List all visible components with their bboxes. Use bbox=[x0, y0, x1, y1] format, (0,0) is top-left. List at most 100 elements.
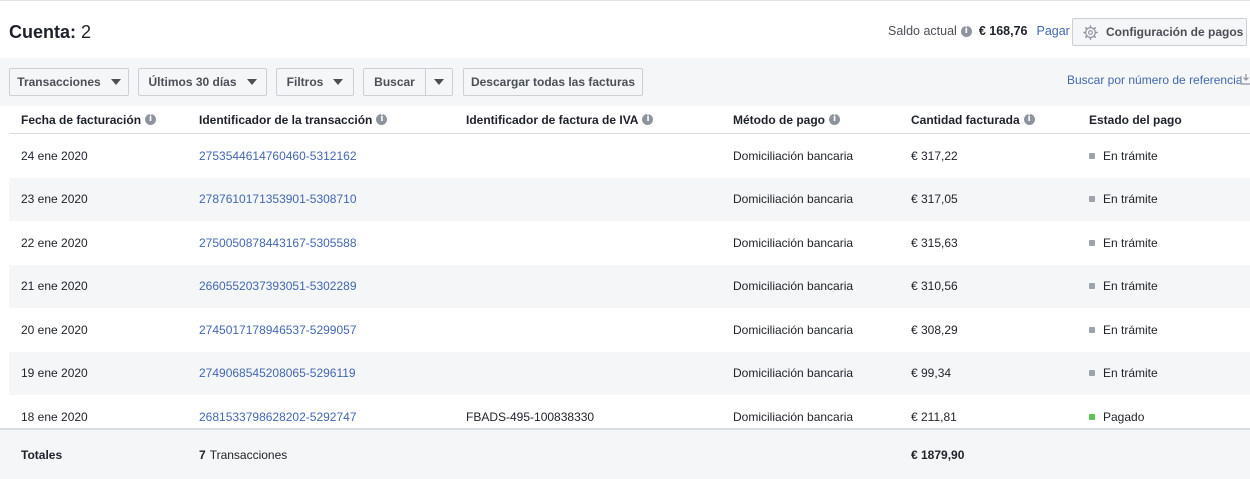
transactions-label: Transacciones bbox=[17, 75, 101, 89]
filters-label: Filtros bbox=[286, 75, 324, 89]
status-label: En trámite bbox=[1103, 279, 1158, 294]
status-label: Pagado bbox=[1103, 409, 1145, 424]
status-pending-icon bbox=[1089, 196, 1095, 203]
payment-settings-button[interactable]: Configuración de pagos bbox=[1072, 18, 1247, 46]
status-label: En trámite bbox=[1103, 366, 1158, 381]
status-label: En trámite bbox=[1103, 322, 1158, 337]
row-date: 20 ene 2020 bbox=[21, 322, 88, 337]
payment-status: En trámite bbox=[1089, 265, 1158, 309]
transaction-id-link[interactable]: 2750050878443167-5305588 bbox=[199, 221, 357, 265]
info-icon[interactable]: i bbox=[829, 114, 840, 125]
column-header-label: Cantidad facturada bbox=[911, 112, 1020, 127]
export-icon[interactable] bbox=[1240, 73, 1250, 85]
totals-label: Totales bbox=[21, 447, 63, 462]
date-range-dropdown[interactable]: Últimos 30 días bbox=[138, 68, 267, 96]
billed-amount: € 317,22 bbox=[911, 148, 958, 163]
row-date: 21 ene 2020 bbox=[21, 279, 88, 294]
status-pending-icon bbox=[1089, 239, 1095, 246]
status-label: En trámite bbox=[1103, 235, 1158, 250]
billed-amount: € 310,56 bbox=[911, 279, 958, 294]
column-header-payment-method[interactable]: Método de pago i bbox=[733, 106, 840, 133]
billed-amount: € 317,05 bbox=[911, 192, 958, 207]
column-header-label: Identificador de factura de IVA bbox=[466, 112, 639, 127]
table-row[interactable]: 24 ene 2020 2753544614760460-5312162 Dom… bbox=[9, 134, 1250, 178]
pay-link[interactable]: Pagar bbox=[1036, 24, 1069, 38]
table-row[interactable]: 22 ene 2020 2750050878443167-5305588 Dom… bbox=[9, 221, 1250, 265]
row-date: 24 ene 2020 bbox=[21, 148, 88, 163]
chevron-down-icon bbox=[246, 79, 257, 85]
totals-amount: € 1879,90 bbox=[911, 447, 965, 462]
payment-status: En trámite bbox=[1089, 221, 1158, 265]
row-date: 23 ene 2020 bbox=[21, 192, 88, 207]
column-header-label: Estado del pago bbox=[1089, 112, 1182, 127]
filter-toolbar: Transacciones Últimos 30 días Filtros Bu… bbox=[0, 58, 1250, 106]
table-row[interactable]: 21 ene 2020 2660552037393051-5302289 Dom… bbox=[9, 264, 1250, 309]
status-paid-icon bbox=[1089, 413, 1095, 420]
transactions-table: Fecha de facturación i Identificador de … bbox=[9, 106, 1250, 439]
column-header-label: Identificador de la transacción bbox=[199, 112, 373, 127]
info-icon[interactable]: i bbox=[642, 114, 654, 125]
status-label: En trámite bbox=[1103, 148, 1158, 163]
totals-transaction-count: 7 Transacciones bbox=[199, 430, 287, 479]
balance-info-icon[interactable]: i bbox=[960, 25, 972, 37]
status-pending-icon bbox=[1089, 152, 1095, 159]
payment-method: Domiciliación bancaria bbox=[733, 148, 854, 163]
billed-amount: € 99,34 bbox=[911, 366, 952, 381]
column-header-transaction-id[interactable]: Identificador de la transacción i bbox=[199, 106, 388, 133]
info-icon[interactable]: i bbox=[145, 114, 157, 125]
row-date: 19 ene 2020 bbox=[21, 366, 88, 381]
status-pending-icon bbox=[1089, 370, 1095, 377]
payment-method: Domiciliación bancaria bbox=[733, 279, 854, 294]
table-row[interactable]: 19 ene 2020 2749068545208065-5296119 Dom… bbox=[9, 351, 1250, 396]
payment-method: Domiciliación bancaria bbox=[733, 192, 854, 207]
account-label: Cuenta: bbox=[9, 22, 76, 42]
billed-amount: € 308,29 bbox=[911, 322, 958, 337]
row-date: 22 ene 2020 bbox=[21, 235, 88, 250]
status-pending-icon bbox=[1089, 326, 1095, 333]
chevron-down-icon bbox=[333, 79, 344, 85]
column-header-date[interactable]: Fecha de facturación i bbox=[21, 106, 157, 133]
payment-status: En trámite bbox=[1089, 134, 1158, 178]
filters-dropdown[interactable]: Filtros bbox=[276, 68, 354, 96]
info-icon[interactable]: i bbox=[1023, 114, 1035, 125]
transaction-id-link[interactable]: 2787610171353901-5308710 bbox=[199, 178, 357, 222]
column-header-vat-id[interactable]: Identificador de factura de IVA i bbox=[466, 106, 654, 133]
payment-method: Domiciliación bancaria bbox=[733, 235, 854, 250]
table-row[interactable]: 23 ene 2020 2787610171353901-5308710 Dom… bbox=[9, 177, 1250, 222]
account-number: 2 bbox=[81, 22, 92, 42]
account-title: Cuenta: 2 bbox=[9, 22, 91, 43]
table-header: Fecha de facturación i Identificador de … bbox=[9, 106, 1250, 134]
search-label: Buscar bbox=[374, 75, 415, 89]
payment-status: En trámite bbox=[1089, 178, 1158, 222]
chevron-down-icon bbox=[110, 79, 121, 85]
balance-label: Saldo actual bbox=[888, 24, 957, 38]
payment-settings-label: Configuración de pagos bbox=[1106, 25, 1244, 39]
transaction-id-link[interactable]: 2660552037393051-5302289 bbox=[199, 265, 357, 309]
status-pending-icon bbox=[1089, 283, 1095, 290]
download-all-invoices-button[interactable]: Descargar todas las facturas bbox=[463, 68, 643, 96]
table-row[interactable]: 20 ene 2020 2745017178946537-5299057 Dom… bbox=[9, 308, 1250, 352]
gear-icon bbox=[1083, 24, 1098, 40]
billed-amount: € 315,63 bbox=[911, 235, 958, 250]
payment-status: En trámite bbox=[1089, 308, 1158, 352]
account-header: Cuenta: 2 Saldo actual i € 168,76 Pagar … bbox=[0, 1, 1250, 58]
status-label: En trámite bbox=[1103, 192, 1158, 207]
payment-status: En trámite bbox=[1089, 352, 1158, 396]
search-by-reference-link[interactable]: Buscar por número de referencia bbox=[1067, 73, 1242, 87]
transaction-id-link[interactable]: 2749068545208065-5296119 bbox=[199, 352, 356, 396]
chevron-down-icon bbox=[434, 79, 444, 85]
search-button[interactable]: Buscar bbox=[363, 68, 426, 96]
date-range-label: Últimos 30 días bbox=[148, 75, 237, 89]
column-header-status[interactable]: Estado del pago bbox=[1089, 106, 1182, 133]
totals-row: Totales 7 Transacciones € 1879,90 bbox=[0, 428, 1250, 479]
payment-method: Domiciliación bancaria bbox=[733, 322, 854, 337]
totals-count-label: Transacciones bbox=[209, 447, 288, 462]
payment-method: Domiciliación bancaria bbox=[733, 366, 854, 381]
transaction-id-link[interactable]: 2753544614760460-5312162 bbox=[199, 134, 357, 178]
column-header-label: Fecha de facturación bbox=[21, 112, 142, 127]
info-icon[interactable]: i bbox=[376, 114, 388, 125]
column-header-amount[interactable]: Cantidad facturada i bbox=[911, 106, 1035, 133]
transaction-id-link[interactable]: 2745017178946537-5299057 bbox=[199, 308, 357, 352]
transactions-dropdown[interactable]: Transacciones bbox=[9, 68, 129, 96]
search-options-dropdown[interactable] bbox=[425, 68, 453, 96]
